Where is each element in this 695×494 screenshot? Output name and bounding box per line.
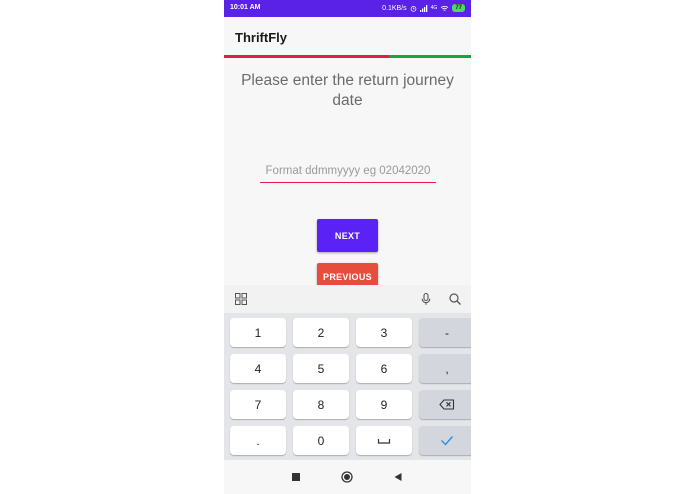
key-2[interactable]: 2 (293, 318, 349, 347)
wifi-icon (441, 5, 449, 11)
alarm-icon (410, 5, 416, 12)
status-bar: 10:01 AM 0.1KB/s 4G 77 (224, 0, 471, 17)
status-indicators: 0.1KB/s 4G 77 (382, 4, 465, 12)
key-minus[interactable]: - (419, 318, 471, 347)
key-1[interactable]: 1 (230, 318, 286, 347)
app-title: ThriftFly (235, 30, 287, 45)
phone-screen: 10:01 AM 0.1KB/s 4G 77 ThriftFly Please … (224, 0, 471, 494)
backspace-icon (439, 399, 455, 410)
battery-indicator: 77 (452, 4, 465, 12)
back-triangle-icon[interactable] (393, 472, 403, 482)
key-3[interactable]: 3 (356, 318, 412, 347)
network-type: 4G (430, 5, 438, 11)
search-icon[interactable] (448, 292, 462, 306)
app-bar: ThriftFly (224, 17, 471, 55)
step-progress-fill (224, 55, 390, 58)
return-date-input[interactable] (260, 160, 436, 183)
key-comma[interactable]: , (419, 354, 471, 383)
status-time: 10:01 AM (230, 4, 261, 11)
key-0[interactable]: 0 (293, 426, 349, 455)
key-5[interactable]: 5 (293, 354, 349, 383)
key-7[interactable]: 7 (230, 390, 286, 419)
grid-icon[interactable] (234, 292, 248, 306)
key-9[interactable]: 9 (356, 390, 412, 419)
key-backspace[interactable] (419, 390, 471, 419)
step-progress-bar (224, 55, 471, 58)
checkmark-icon (441, 436, 454, 446)
numeric-keyboard: 1 2 3 - 4 5 6 , 7 8 9 . 0 (224, 313, 471, 460)
system-nav-bar (224, 460, 471, 494)
key-8[interactable]: 8 (293, 390, 349, 419)
microphone-icon[interactable] (419, 292, 433, 306)
key-done[interactable] (419, 426, 471, 455)
key-space[interactable] (356, 426, 412, 455)
keyboard-toolbar (224, 285, 471, 313)
home-circle-icon[interactable] (341, 471, 353, 483)
space-icon (377, 438, 391, 444)
key-period[interactable]: . (230, 426, 286, 455)
key-6[interactable]: 6 (356, 354, 412, 383)
recents-square-icon[interactable] (291, 472, 301, 482)
signal-icon (419, 4, 427, 12)
next-button[interactable]: NEXT (317, 219, 378, 252)
network-speed: 0.1KB/s (382, 4, 407, 12)
prompt-text: Please enter the return journey date (241, 72, 454, 109)
key-4[interactable]: 4 (230, 354, 286, 383)
